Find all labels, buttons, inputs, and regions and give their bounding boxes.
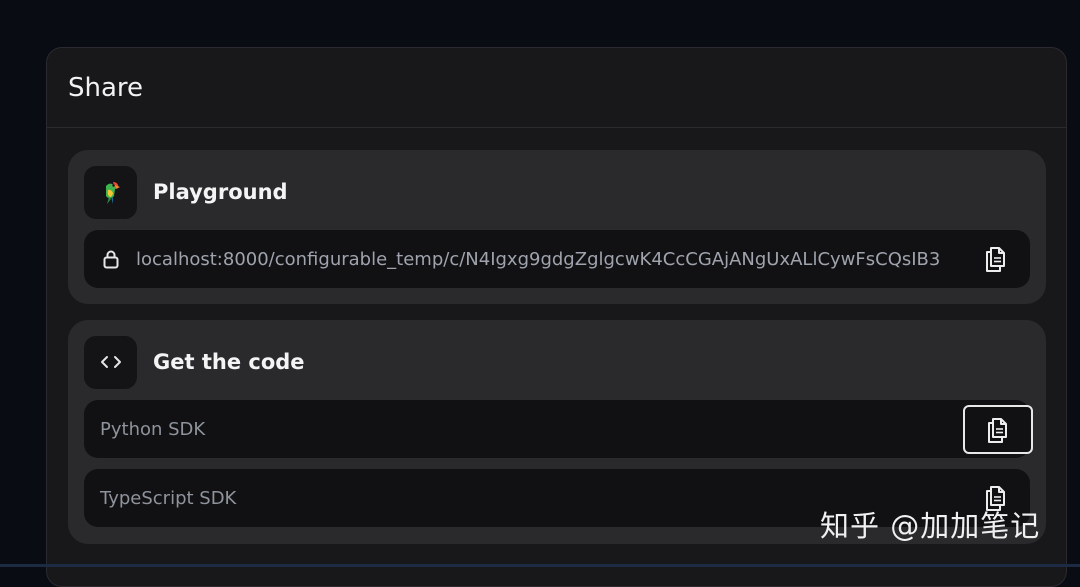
playground-card: Playground localhost:8000/configurable_t… [68,150,1046,304]
zhihu-watermark: 知乎 @加加笔记 [820,509,1041,543]
copy-url-button[interactable] [972,236,1020,282]
dialog-title: Share [68,72,144,103]
get-code-card-header: Get the code [84,335,305,389]
playground-url[interactable]: localhost:8000/configurable_temp/c/N4Igx… [136,249,966,270]
parrot-icon [84,165,137,219]
python-sdk-row[interactable]: Python SDK [84,400,1030,458]
lock-icon [103,250,119,269]
playground-title: Playground [153,180,288,204]
dialog-header: Share [47,48,1066,128]
get-code-title: Get the code [153,350,305,374]
playground-url-field[interactable]: localhost:8000/configurable_temp/c/N4Igx… [84,230,1030,288]
python-sdk-label: Python SDK [100,418,206,440]
playground-card-header: Playground [84,165,288,219]
copy-python-button[interactable] [963,405,1033,454]
copy-icon [988,417,1007,443]
typescript-sdk-label: TypeScript SDK [100,487,237,509]
copy-icon [986,247,1005,272]
code-icon [84,335,137,389]
